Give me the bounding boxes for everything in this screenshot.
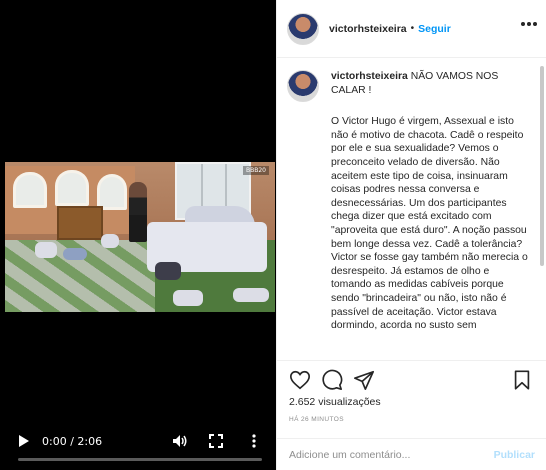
scrollbar[interactable] bbox=[540, 66, 544, 266]
volume-icon bbox=[173, 435, 187, 447]
video-time: 0:00 / 2:06 bbox=[42, 435, 103, 448]
post-header: victorhsteixeira • Seguir bbox=[277, 0, 546, 58]
scene-window bbox=[13, 172, 47, 208]
volume-button[interactable] bbox=[170, 431, 190, 451]
more-horizontal-icon[interactable] bbox=[521, 22, 537, 28]
comment-icon[interactable] bbox=[321, 369, 343, 391]
video-player[interactable]: BBB20 0:00 / 2:06 bbox=[0, 0, 276, 470]
scene-bag bbox=[233, 288, 269, 302]
view-count[interactable]: 2.652 visualizações bbox=[289, 396, 381, 408]
publish-button[interactable]: Publicar bbox=[494, 449, 535, 461]
play-icon bbox=[19, 435, 29, 447]
comment-form: Publicar bbox=[277, 438, 546, 470]
avatar[interactable] bbox=[287, 12, 319, 45]
fullscreen-button[interactable] bbox=[206, 431, 226, 451]
video-scrubber[interactable] bbox=[18, 458, 262, 461]
scene-bag bbox=[155, 262, 181, 280]
scene-bag bbox=[173, 290, 203, 306]
scene-cabinet bbox=[57, 206, 103, 240]
scene-bag bbox=[101, 234, 119, 248]
separator-dot: • bbox=[410, 23, 415, 34]
caption-text: O Victor Hugo é virgem, Assexual e isto … bbox=[331, 116, 531, 332]
post-actions: 2.652 visualizações HÁ 26 MINUTOS bbox=[277, 360, 546, 444]
scene-window bbox=[97, 174, 127, 210]
comments-area[interactable]: victorhsteixeira NÃO VAMOS NOS CALAR ! O… bbox=[277, 58, 546, 360]
scene-bag bbox=[63, 248, 87, 260]
comment-input[interactable] bbox=[289, 448, 488, 461]
bookmark-icon[interactable] bbox=[511, 369, 533, 391]
heart-icon[interactable] bbox=[289, 369, 311, 391]
scene-window bbox=[55, 170, 89, 206]
follow-button[interactable]: Seguir bbox=[418, 23, 451, 35]
more-vertical-icon bbox=[252, 434, 256, 448]
caption-username[interactable]: victorhsteixeira bbox=[331, 71, 408, 82]
scene-bag bbox=[35, 242, 57, 258]
post-timestamp[interactable]: HÁ 26 MINUTOS bbox=[289, 416, 344, 423]
scene-person bbox=[129, 182, 147, 242]
more-options-button[interactable] bbox=[244, 431, 264, 451]
play-button[interactable] bbox=[14, 431, 34, 451]
share-icon[interactable] bbox=[353, 369, 375, 391]
caption: victorhsteixeira NÃO VAMOS NOS CALAR ! O… bbox=[287, 70, 539, 333]
broadcast-logo: BBB20 bbox=[243, 166, 269, 175]
fullscreen-icon bbox=[209, 434, 223, 448]
caption-avatar[interactable] bbox=[287, 70, 319, 102]
video-controls: 0:00 / 2:06 bbox=[0, 425, 276, 470]
post-sidebar: victorhsteixeira • Seguir victorhsteixei… bbox=[276, 0, 546, 470]
header-username[interactable]: victorhsteixeira bbox=[329, 23, 407, 35]
video-frame[interactable]: BBB20 bbox=[5, 162, 275, 312]
caption-body: victorhsteixeira NÃO VAMOS NOS CALAR ! O… bbox=[331, 70, 531, 333]
